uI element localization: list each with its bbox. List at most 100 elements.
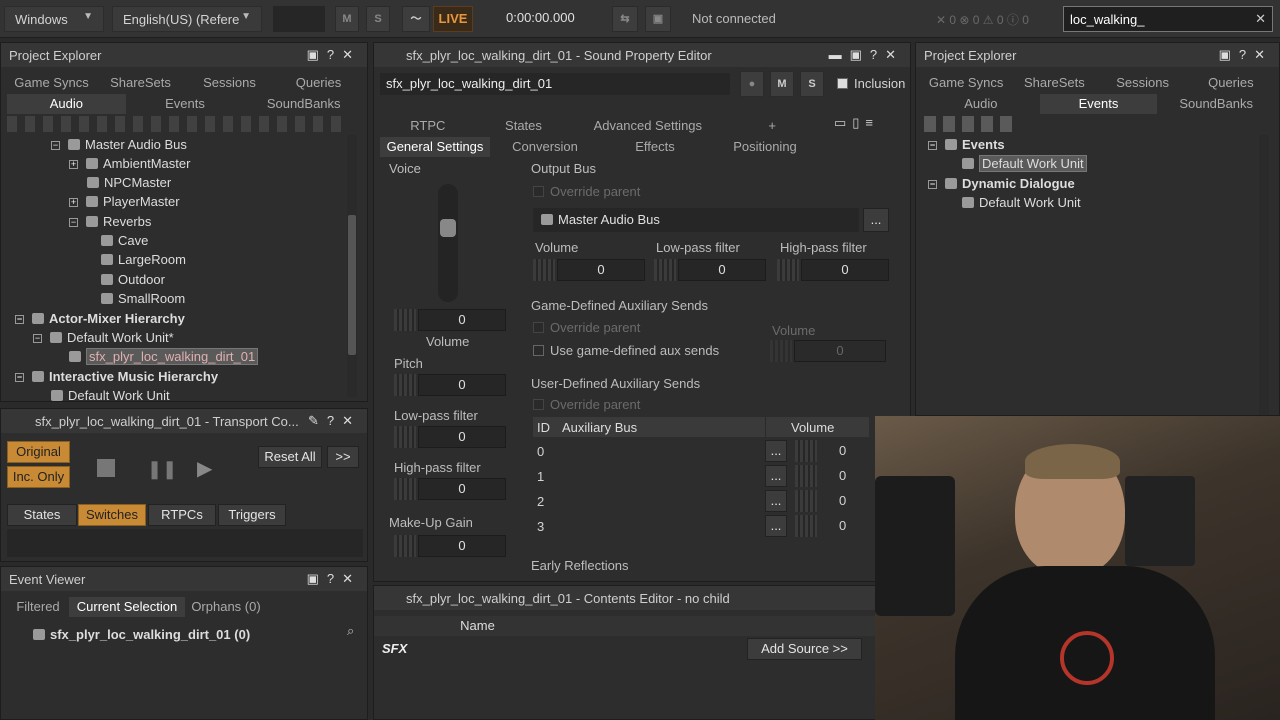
table-row[interactable]: 3... 0 (533, 514, 869, 538)
tree-item-default-work-unit[interactable]: Default Work Unit (962, 154, 1087, 173)
search-icon[interactable]: ⌕ (347, 623, 354, 639)
tab-conversion[interactable]: Conversion (490, 137, 600, 157)
lpf-field[interactable]: 0 (418, 426, 506, 448)
color-icon[interactable]: ● (740, 71, 764, 97)
tab-audio[interactable]: Audio (922, 94, 1040, 114)
tab-positioning[interactable]: Positioning (710, 137, 820, 157)
tree-item-outdoor[interactable]: Outdoor (101, 270, 165, 289)
tab-general-settings[interactable]: General Settings (380, 137, 490, 157)
tree-item-cave[interactable]: Cave (101, 231, 148, 250)
volume-slider[interactable] (438, 184, 458, 302)
table-row[interactable]: 2... 0 (533, 489, 869, 513)
tab-states[interactable]: States (476, 116, 572, 136)
tab-queries[interactable]: Queries (1187, 73, 1275, 93)
output-bus-field[interactable]: Master Audio Bus (533, 208, 859, 232)
platform-box[interactable] (273, 6, 325, 32)
editor-solo-button[interactable]: S (800, 71, 824, 97)
panel-controls-icon[interactable]: ▬▣?✕ (829, 47, 904, 63)
panel-controls-icon[interactable]: ▣?✕ (1219, 47, 1273, 63)
tree-item-selected-sound[interactable]: sfx_plyr_loc_walking_dirt_01 (69, 347, 259, 366)
ob-hpf-field[interactable]: 0 (801, 259, 889, 281)
makeup-field[interactable]: 0 (418, 535, 506, 557)
hpf-field[interactable]: 0 (418, 478, 506, 500)
override-parent-checkbox[interactable]: Override parent (533, 184, 640, 199)
user-override-parent-checkbox[interactable]: Override parent (533, 397, 640, 412)
more-button[interactable]: >> (327, 446, 359, 468)
tab-audio[interactable]: Audio (7, 94, 126, 114)
event-viewer-item[interactable]: sfx_plyr_loc_walking_dirt_01 (0) (33, 627, 250, 642)
tab-soundbanks[interactable]: SoundBanks (244, 94, 363, 114)
tree-item-default-work-unit-2[interactable]: Default Work Unit (51, 386, 170, 401)
tab-queries[interactable]: Queries (274, 73, 363, 93)
tree-item-player[interactable]: + PlayerMaster (69, 192, 180, 211)
reset-all-button[interactable]: Reset All (258, 446, 322, 468)
inc-only-button[interactable]: Inc. Only (7, 466, 70, 488)
ob-volume-field[interactable]: 0 (557, 259, 645, 281)
tree-item-npc[interactable]: NPCMaster (87, 173, 171, 192)
tab-game-syncs[interactable]: Game Syncs (922, 73, 1010, 93)
tab-switches[interactable]: Switches (78, 504, 146, 526)
stop-icon[interactable] (97, 459, 115, 477)
profiler-icon[interactable]: 〜 (402, 6, 430, 32)
add-source-button[interactable]: Add Source >> (747, 638, 862, 660)
pitch-field[interactable]: 0 (418, 374, 506, 396)
tab-add[interactable]: + (724, 116, 820, 136)
tree-item-master-audio-bus[interactable]: − Master Audio Bus (51, 135, 187, 154)
layout-dropdown[interactable]: Windows ▼ (4, 6, 104, 32)
tab-states[interactable]: States (7, 504, 77, 526)
game-override-parent-checkbox[interactable]: Override parent (533, 320, 640, 335)
explorer-toolbar-icons[interactable] (7, 116, 347, 132)
panel-controls-icon[interactable]: ▣?✕ (307, 571, 361, 587)
tree-item-default-work-unit-2[interactable]: Default Work Unit (962, 193, 1081, 212)
connect-icon[interactable]: ⇆ (612, 6, 638, 32)
tab-events[interactable]: Events (1039, 94, 1158, 114)
tab-game-syncs[interactable]: Game Syncs (7, 73, 96, 93)
volume-field[interactable]: 0 (418, 309, 506, 331)
tree-item-events[interactable]: − Events (928, 135, 1005, 154)
tab-sessions[interactable]: Sessions (185, 73, 274, 93)
tab-rtpc[interactable]: RTPC (380, 116, 476, 136)
layout-toggle-icons[interactable]: ▭▯≡ (834, 115, 904, 133)
search-input[interactable]: loc_walking_ ✕ (1063, 6, 1273, 32)
ob-lpf-field[interactable]: 0 (678, 259, 766, 281)
object-name-field[interactable]: sfx_plyr_loc_walking_dirt_01 (380, 73, 730, 95)
tree-item-reverbs[interactable]: − Reverbs (69, 212, 151, 231)
remote-icon[interactable]: ▣ (645, 6, 671, 32)
explorer-scrollbar[interactable] (1259, 135, 1269, 415)
tree-item-default-work-unit[interactable]: − Default Work Unit* (33, 328, 174, 347)
tab-sessions[interactable]: Sessions (1099, 73, 1187, 93)
log-counters[interactable]: ✕ 0 ⊗ 0 ⚠ 0 ⓘ 0 (936, 11, 1029, 28)
play-icon[interactable]: ▶ (197, 456, 212, 481)
editor-mute-button[interactable]: M (770, 71, 794, 97)
explorer-toolbar-icons[interactable] (924, 116, 1019, 132)
tree-item-smallroom[interactable]: SmallRoom (101, 289, 185, 308)
output-bus-browse-button[interactable]: ... (863, 208, 889, 232)
tab-sharesets[interactable]: ShareSets (96, 73, 185, 93)
table-row[interactable]: 0... 0 (533, 439, 869, 463)
tree-item-dynamic-dialogue[interactable]: − Dynamic Dialogue (928, 174, 1075, 193)
tab-soundbanks[interactable]: SoundBanks (1157, 94, 1275, 114)
tab-filtered[interactable]: Filtered (7, 597, 69, 617)
pause-icon[interactable]: ❚❚ (147, 459, 177, 480)
tab-triggers[interactable]: Triggers (218, 504, 286, 526)
tab-effects[interactable]: Effects (600, 137, 710, 157)
mute-button[interactable]: M (335, 6, 359, 32)
tree-item-largeroom[interactable]: LargeRoom (101, 250, 186, 269)
language-dropdown[interactable]: English(US) (Refere ▼ (112, 6, 262, 32)
explorer-scrollbar[interactable] (347, 135, 357, 397)
panel-controls-icon[interactable]: ✎?✕ (308, 413, 361, 429)
tree-item-interactive-music[interactable]: − Interactive Music Hierarchy (15, 367, 218, 386)
panel-controls-icon[interactable]: ▣?✕ (307, 47, 361, 63)
tab-advanced-settings[interactable]: Advanced Settings (571, 116, 724, 136)
use-game-aux-checkbox[interactable]: Use game-defined aux sends (533, 343, 719, 358)
original-button[interactable]: Original (7, 441, 70, 463)
live-button[interactable]: LIVE (433, 6, 473, 32)
inclusion-checkbox[interactable]: Inclusion (837, 76, 905, 91)
tree-item-actor-mixer[interactable]: − Actor-Mixer Hierarchy (15, 309, 185, 328)
tab-rtpcs[interactable]: RTPCs (148, 504, 216, 526)
tab-current-selection[interactable]: Current Selection (69, 597, 185, 617)
tab-sharesets[interactable]: ShareSets (1010, 73, 1098, 93)
clear-search-icon[interactable]: ✕ (1255, 11, 1266, 27)
tab-orphans[interactable]: Orphans (0) (185, 597, 267, 617)
slider-thumb[interactable] (440, 219, 456, 237)
